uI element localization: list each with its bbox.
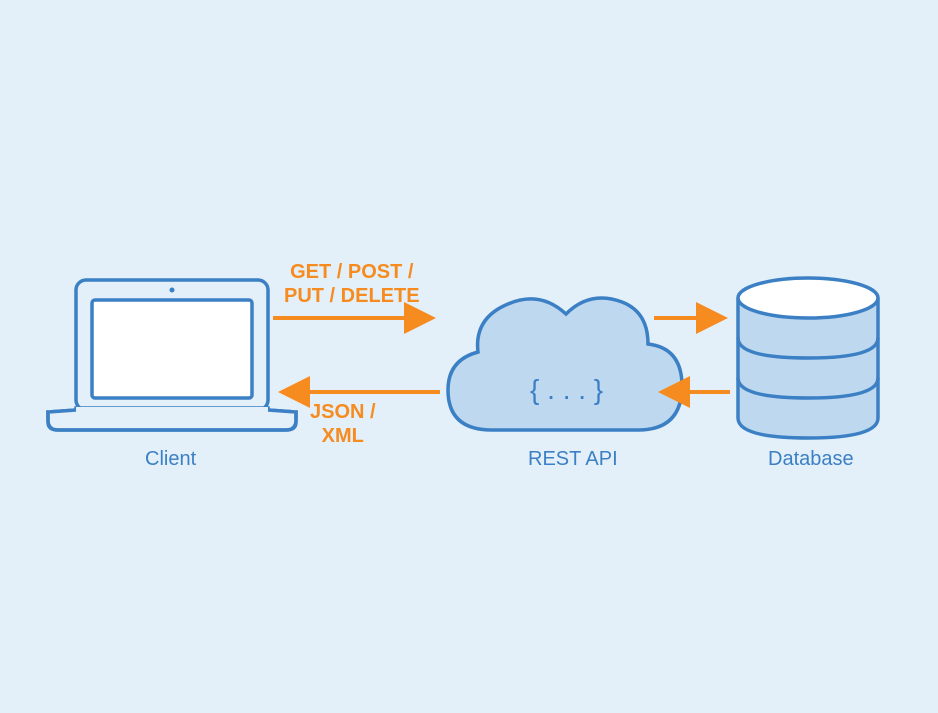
laptop-icon xyxy=(48,280,296,430)
response-label: JSON / XML xyxy=(310,400,376,448)
database-icon xyxy=(738,278,878,438)
request-label-line1: GET / POST / xyxy=(290,261,413,283)
request-label-line2: PUT / DELETE xyxy=(284,285,420,307)
diagram-svg xyxy=(0,0,938,708)
client-label: Client xyxy=(145,448,196,471)
api-label: REST API xyxy=(528,448,618,471)
response-label-line1: JSON / xyxy=(310,401,376,423)
rest-api-diagram: Client REST API Database { . . . } GET /… xyxy=(0,0,938,708)
cloud-code-text: { . . . } xyxy=(530,374,603,406)
database-label: Database xyxy=(768,448,854,471)
request-label: GET / POST / PUT / DELETE xyxy=(284,260,420,308)
cloud-icon xyxy=(448,298,682,430)
response-label-line2: XML xyxy=(322,425,364,447)
